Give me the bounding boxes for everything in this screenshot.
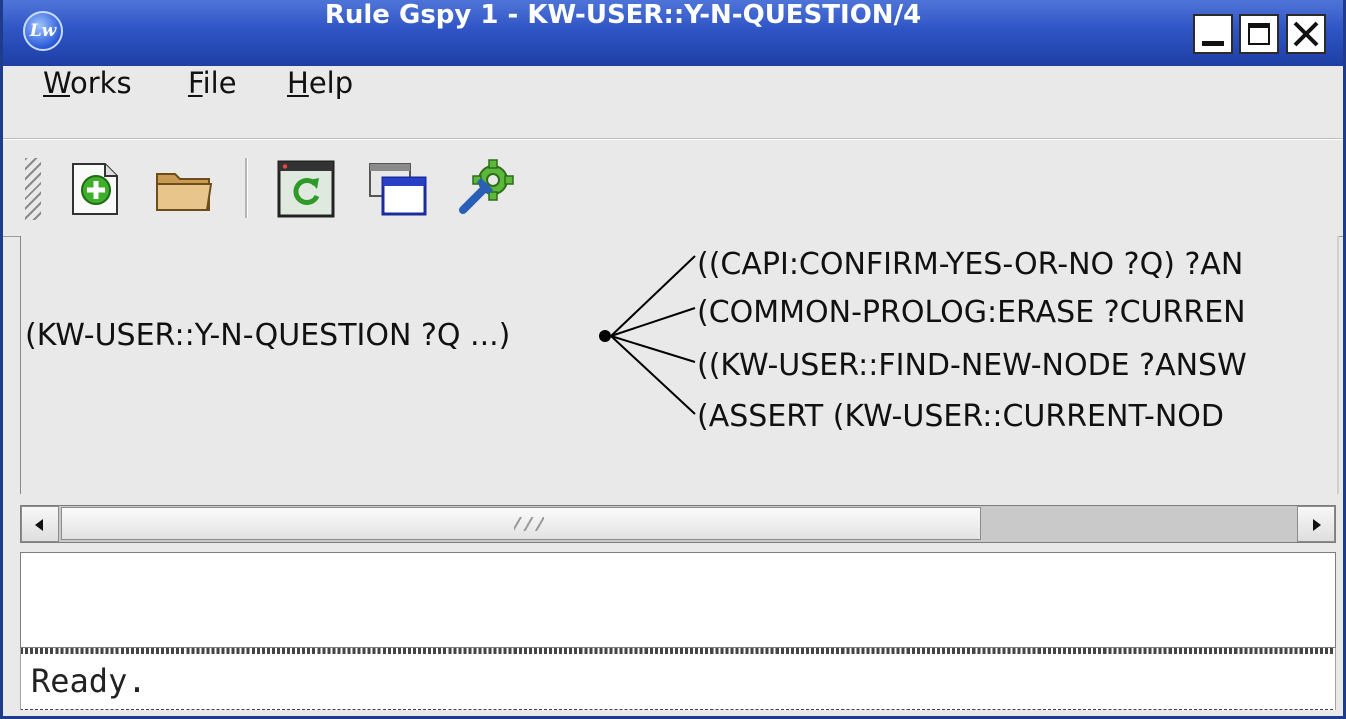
windows-icon[interactable] xyxy=(367,158,429,220)
scrollbar-thumb[interactable] xyxy=(61,507,981,540)
new-document-icon[interactable] xyxy=(65,158,127,220)
status-bar: Ready. xyxy=(20,648,1336,710)
menu-file-label: ile xyxy=(202,66,237,100)
title-bar[interactable]: Lw Rule Gspy 1 - KW-USER::Y-N-QUESTION/4 xyxy=(3,0,1343,66)
scroll-right-arrow-icon[interactable] xyxy=(1297,506,1335,542)
minimize-icon[interactable] xyxy=(1193,14,1233,54)
menu-help[interactable]: Help xyxy=(287,66,353,138)
menu-bar: Works File Help xyxy=(3,66,1343,139)
menu-file-mnemonic: F xyxy=(188,66,203,100)
refresh-window-icon[interactable] xyxy=(275,158,337,220)
menu-help-mnemonic: H xyxy=(287,66,309,100)
menu-works[interactable]: Works xyxy=(43,66,132,138)
scrollbar-grip-icon xyxy=(514,517,544,531)
menu-file[interactable]: File xyxy=(188,66,237,138)
menu-works-label: orks xyxy=(69,66,132,100)
graph-child-node[interactable]: (COMMON-PROLOG:ERASE ?CURREN xyxy=(697,295,1246,330)
toolbar xyxy=(3,139,1343,237)
graph-root-dot xyxy=(599,330,611,342)
menu-help-label: elp xyxy=(308,66,354,100)
menu-works-mnemonic: W xyxy=(43,66,70,100)
settings-icon[interactable] xyxy=(455,158,517,220)
graph-edge xyxy=(610,255,696,337)
scroll-left-arrow-icon[interactable] xyxy=(21,506,59,542)
toolbar-grip-handle[interactable] xyxy=(25,158,41,220)
output-area[interactable] xyxy=(20,552,1336,648)
horizontal-scrollbar[interactable] xyxy=(20,505,1336,543)
maximize-icon[interactable] xyxy=(1239,14,1279,54)
rule-gspy-window: Lw Rule Gspy 1 - KW-USER::Y-N-QUESTION/4… xyxy=(0,0,1346,719)
window-title: Rule Gspy 1 - KW-USER::Y-N-QUESTION/4 xyxy=(324,0,922,30)
graph-child-node[interactable]: ((CAPI:CONFIRM-YES-OR-NO ?Q) ?AN xyxy=(697,247,1243,282)
graph-edge xyxy=(610,335,696,415)
status-text: Ready. xyxy=(31,662,147,700)
graph-root-node[interactable]: (KW-USER::Y-N-QUESTION ?Q ...) xyxy=(25,318,510,353)
open-folder-icon[interactable] xyxy=(153,158,215,220)
graph-child-node[interactable]: ((KW-USER::FIND-NEW-NODE ?ANSW xyxy=(697,348,1247,383)
graph-child-node[interactable]: (ASSERT (KW-USER::CURRENT-NOD xyxy=(697,399,1224,434)
toolbar-separator xyxy=(245,158,248,218)
rule-graph-pane[interactable]: (KW-USER::Y-N-QUESTION ?Q ...) ((CAPI:CO… xyxy=(20,236,1339,494)
close-icon[interactable] xyxy=(1286,14,1326,54)
graph-edge xyxy=(610,307,696,337)
